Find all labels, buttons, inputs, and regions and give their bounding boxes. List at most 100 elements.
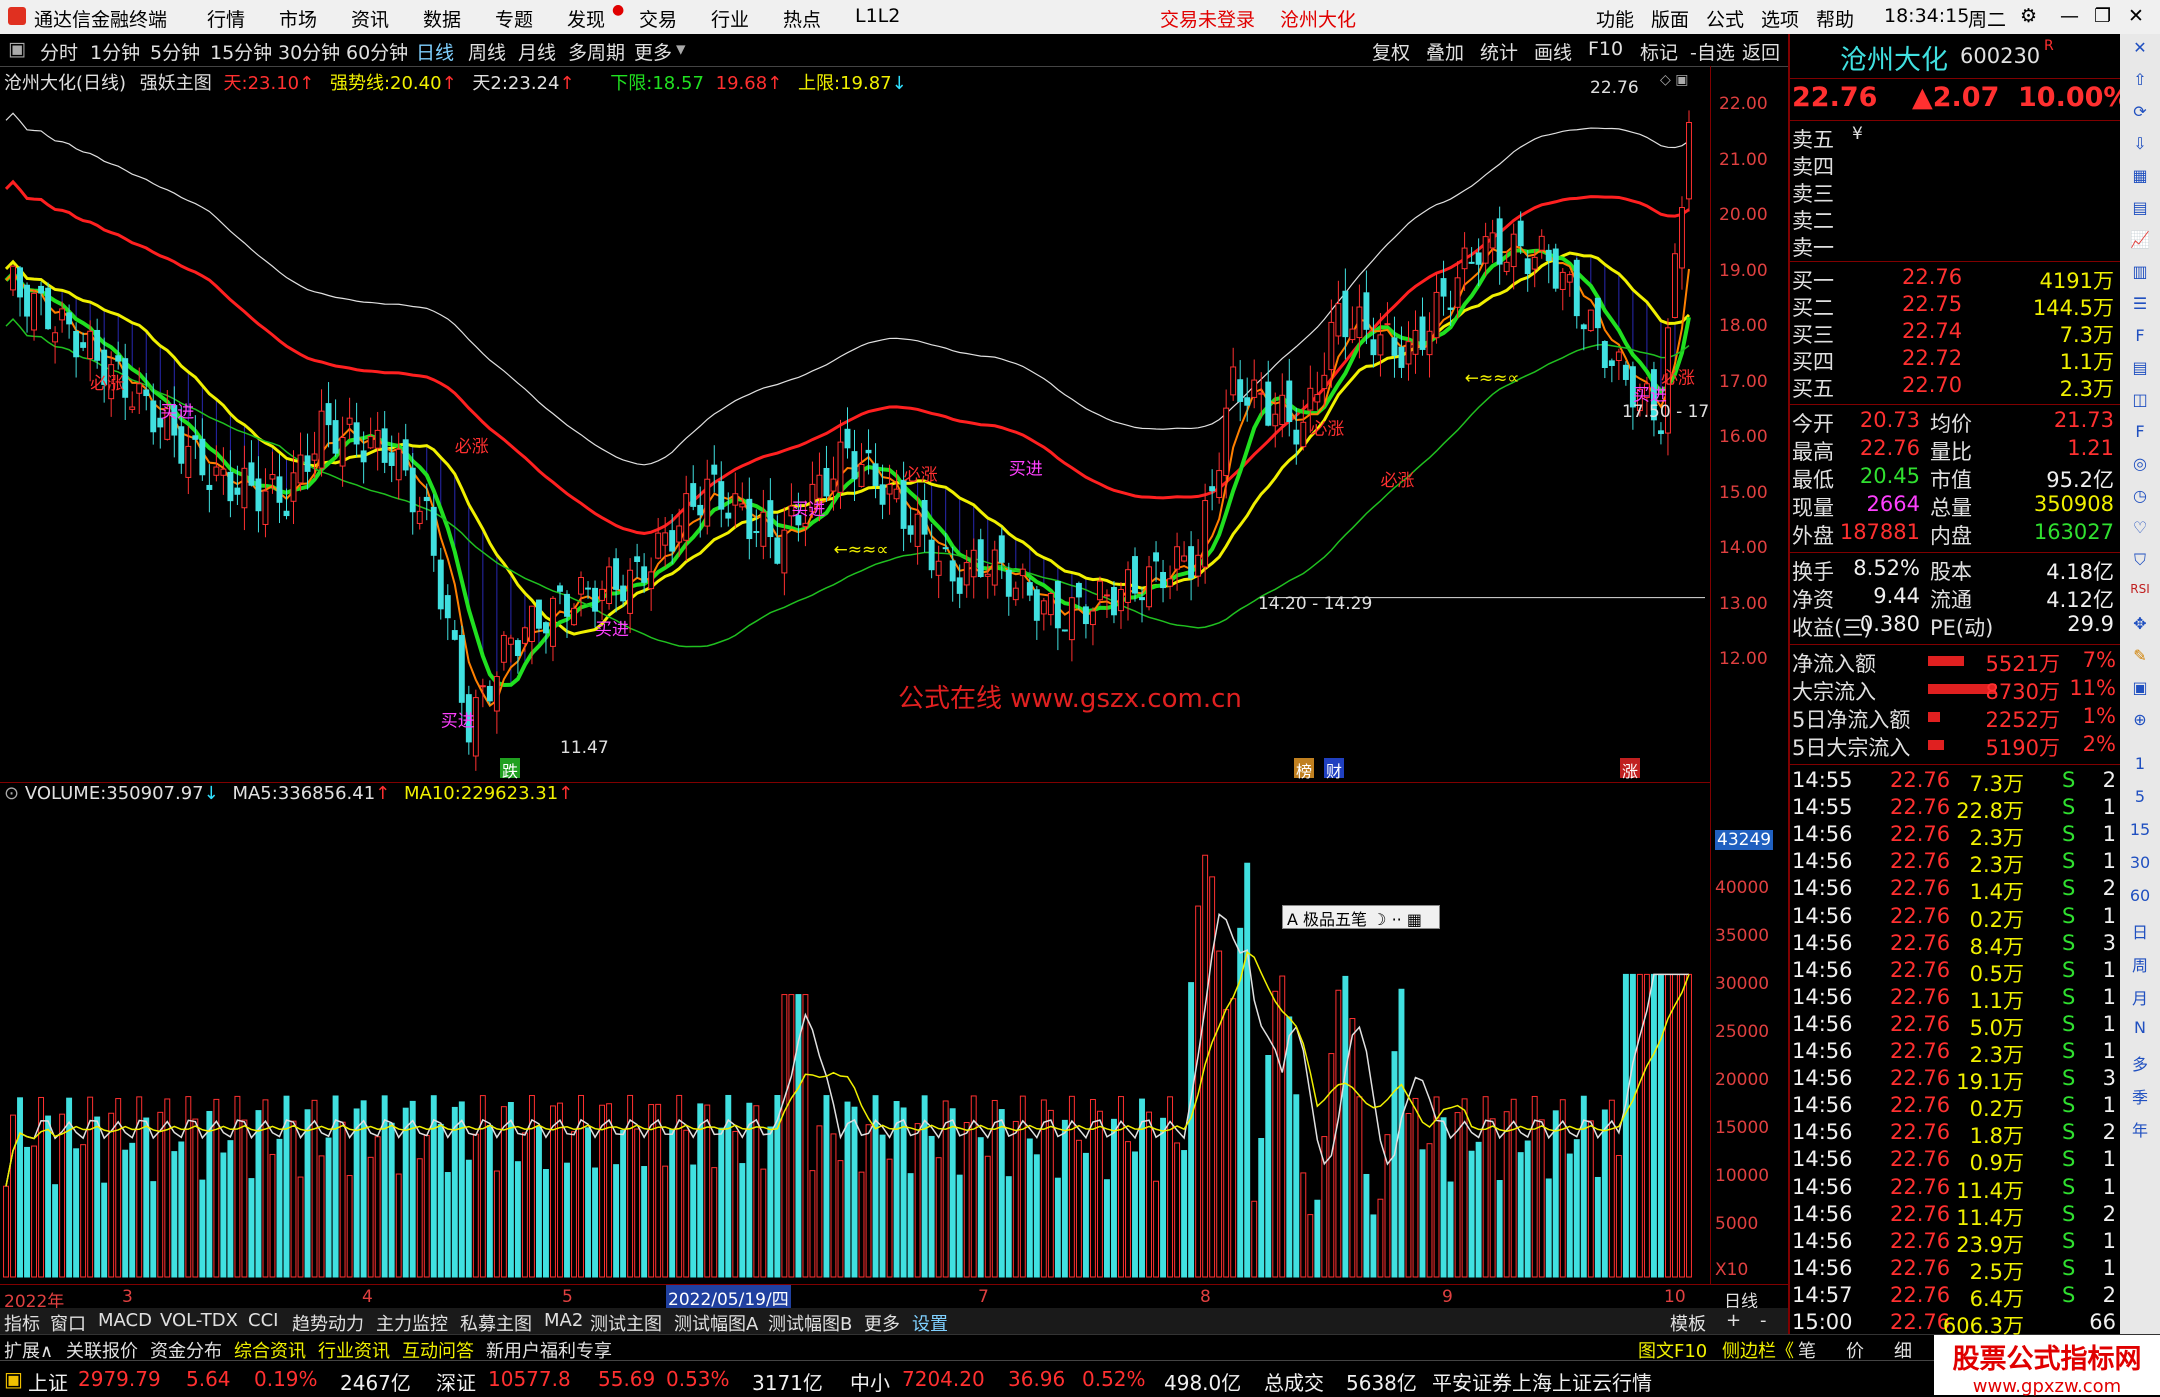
candle-body[interactable] [1426, 330, 1433, 356]
candle-body[interactable] [1033, 589, 1040, 621]
volume-bar[interactable] [129, 1142, 136, 1278]
volume-bar[interactable] [704, 1104, 711, 1278]
candle-body[interactable] [1068, 597, 1075, 641]
candle-body[interactable] [1559, 271, 1566, 290]
volume-bar[interactable] [1061, 1119, 1068, 1278]
menu-gongshi[interactable]: 公式 [1706, 5, 1744, 32]
ask-level[interactable]: 卖四 [1790, 151, 2120, 179]
candle-body[interactable] [1384, 323, 1391, 326]
candle-body[interactable] [304, 455, 311, 472]
volume-bar[interactable] [1566, 1153, 1573, 1278]
volume-bar[interactable] [1005, 1176, 1012, 1278]
candle-body[interactable] [52, 332, 59, 343]
volume-bar[interactable] [164, 1098, 171, 1278]
candle-body[interactable] [599, 588, 606, 601]
volume-bar[interactable] [1111, 1118, 1117, 1278]
volume-bar[interactable] [1223, 1009, 1230, 1278]
volume-bar[interactable] [543, 1169, 549, 1278]
volume-bar[interactable] [353, 1108, 360, 1278]
volume-bar[interactable] [1075, 1139, 1082, 1278]
candle-body[interactable] [844, 428, 851, 449]
rsi-icon[interactable]: RSI [2126, 582, 2154, 606]
candle-body[interactable] [1061, 629, 1068, 632]
period-shortcut[interactable]: 30 [2126, 853, 2154, 877]
menu-shichang[interactable]: 市场 [279, 5, 317, 32]
volume-bar[interactable] [1349, 1018, 1356, 1278]
volume-bar[interactable] [416, 1158, 423, 1278]
candle-body[interactable] [1545, 249, 1552, 261]
tab-monthly[interactable]: 月线 [518, 38, 556, 65]
candle-body[interactable] [1237, 379, 1244, 402]
candle-body[interactable] [865, 449, 872, 454]
volume-bar[interactable] [683, 1129, 690, 1278]
volume-bar[interactable] [318, 1155, 325, 1278]
volume-bar[interactable] [585, 1127, 591, 1278]
candle-body[interactable] [1622, 364, 1629, 380]
candle-body[interactable] [585, 587, 591, 590]
volume-bar[interactable] [1447, 1181, 1454, 1278]
volume-bar[interactable] [1622, 973, 1629, 1278]
box-icon[interactable]: ▣ [2126, 678, 2154, 702]
candle-body[interactable] [1132, 556, 1138, 594]
candle-body[interactable] [178, 426, 185, 464]
volume-bar[interactable] [1251, 1200, 1258, 1278]
menu-xuanxiang[interactable]: 选项 [1761, 5, 1799, 32]
candle-body[interactable] [1468, 261, 1475, 264]
candle-body[interactable] [458, 634, 465, 703]
ime-name[interactable]: 极品五笔 [1303, 910, 1367, 929]
candle-body[interactable] [423, 496, 430, 502]
volume-bar[interactable] [1132, 1151, 1138, 1278]
volume-bar[interactable] [914, 1123, 921, 1278]
volume-bar[interactable] [108, 1112, 115, 1278]
ime-toolbar[interactable]: A 极品五笔 ☽ ·· ▦ [1282, 905, 1440, 929]
candle-body[interactable] [557, 585, 563, 592]
volume-bar[interactable] [17, 1097, 23, 1278]
candle-body[interactable] [949, 560, 956, 582]
candle-body[interactable] [220, 468, 227, 476]
volume-bar[interactable] [711, 1167, 718, 1278]
candle-body[interactable] [641, 566, 648, 583]
candle-body[interactable] [1104, 594, 1110, 597]
candle-body[interactable] [73, 330, 80, 358]
volume-bar[interactable] [1587, 1120, 1594, 1278]
candle-body[interactable] [1566, 274, 1573, 283]
candle-body[interactable] [192, 435, 199, 440]
period-shortcut[interactable]: 15 [2126, 820, 2154, 844]
candle-body[interactable] [479, 685, 486, 688]
candle-body[interactable] [290, 472, 297, 502]
volume-bar[interactable] [1426, 1143, 1433, 1278]
candle-body[interactable] [1026, 582, 1033, 596]
tag-finance[interactable]: 财 [1324, 758, 1344, 781]
table-icon[interactable]: ▤ [2126, 198, 2154, 222]
volume-bar[interactable] [886, 1158, 893, 1278]
volume-bar[interactable] [290, 1120, 297, 1278]
candle-body[interactable] [395, 448, 402, 481]
candle-body[interactable] [59, 308, 66, 321]
volume-bar[interactable] [248, 1178, 255, 1278]
candle-body[interactable] [578, 577, 584, 595]
candle-body[interactable] [409, 467, 416, 513]
volume-bar[interactable] [1096, 1110, 1103, 1278]
candle-body[interactable] [1293, 429, 1300, 445]
volume-bar[interactable] [514, 1161, 521, 1278]
volume-bar[interactable] [388, 1122, 395, 1278]
candle-body[interactable] [374, 429, 381, 449]
candle-body[interactable] [1019, 568, 1026, 577]
candle-body[interactable] [381, 428, 388, 463]
volume-bar[interactable] [1174, 1142, 1181, 1278]
volume-bar[interactable] [809, 1170, 816, 1278]
target-icon[interactable]: ⊕ [2126, 710, 2154, 734]
candle-body[interactable] [907, 525, 914, 535]
volume-bar[interactable] [1265, 1054, 1272, 1278]
candle-body[interactable] [206, 484, 213, 490]
volume-bar[interactable] [1594, 1176, 1601, 1278]
volume-bar[interactable] [1489, 1118, 1496, 1278]
volume-bar[interactable] [1636, 973, 1643, 1278]
volume-bar[interactable] [1216, 950, 1223, 1278]
candle-body[interactable] [1419, 316, 1426, 350]
volume-bar[interactable] [606, 1103, 613, 1278]
volume-bar[interactable] [592, 1167, 599, 1278]
candle-body[interactable] [613, 558, 620, 590]
period-shortcut[interactable]: 1 [2126, 754, 2154, 778]
candle-body[interactable] [851, 451, 858, 480]
